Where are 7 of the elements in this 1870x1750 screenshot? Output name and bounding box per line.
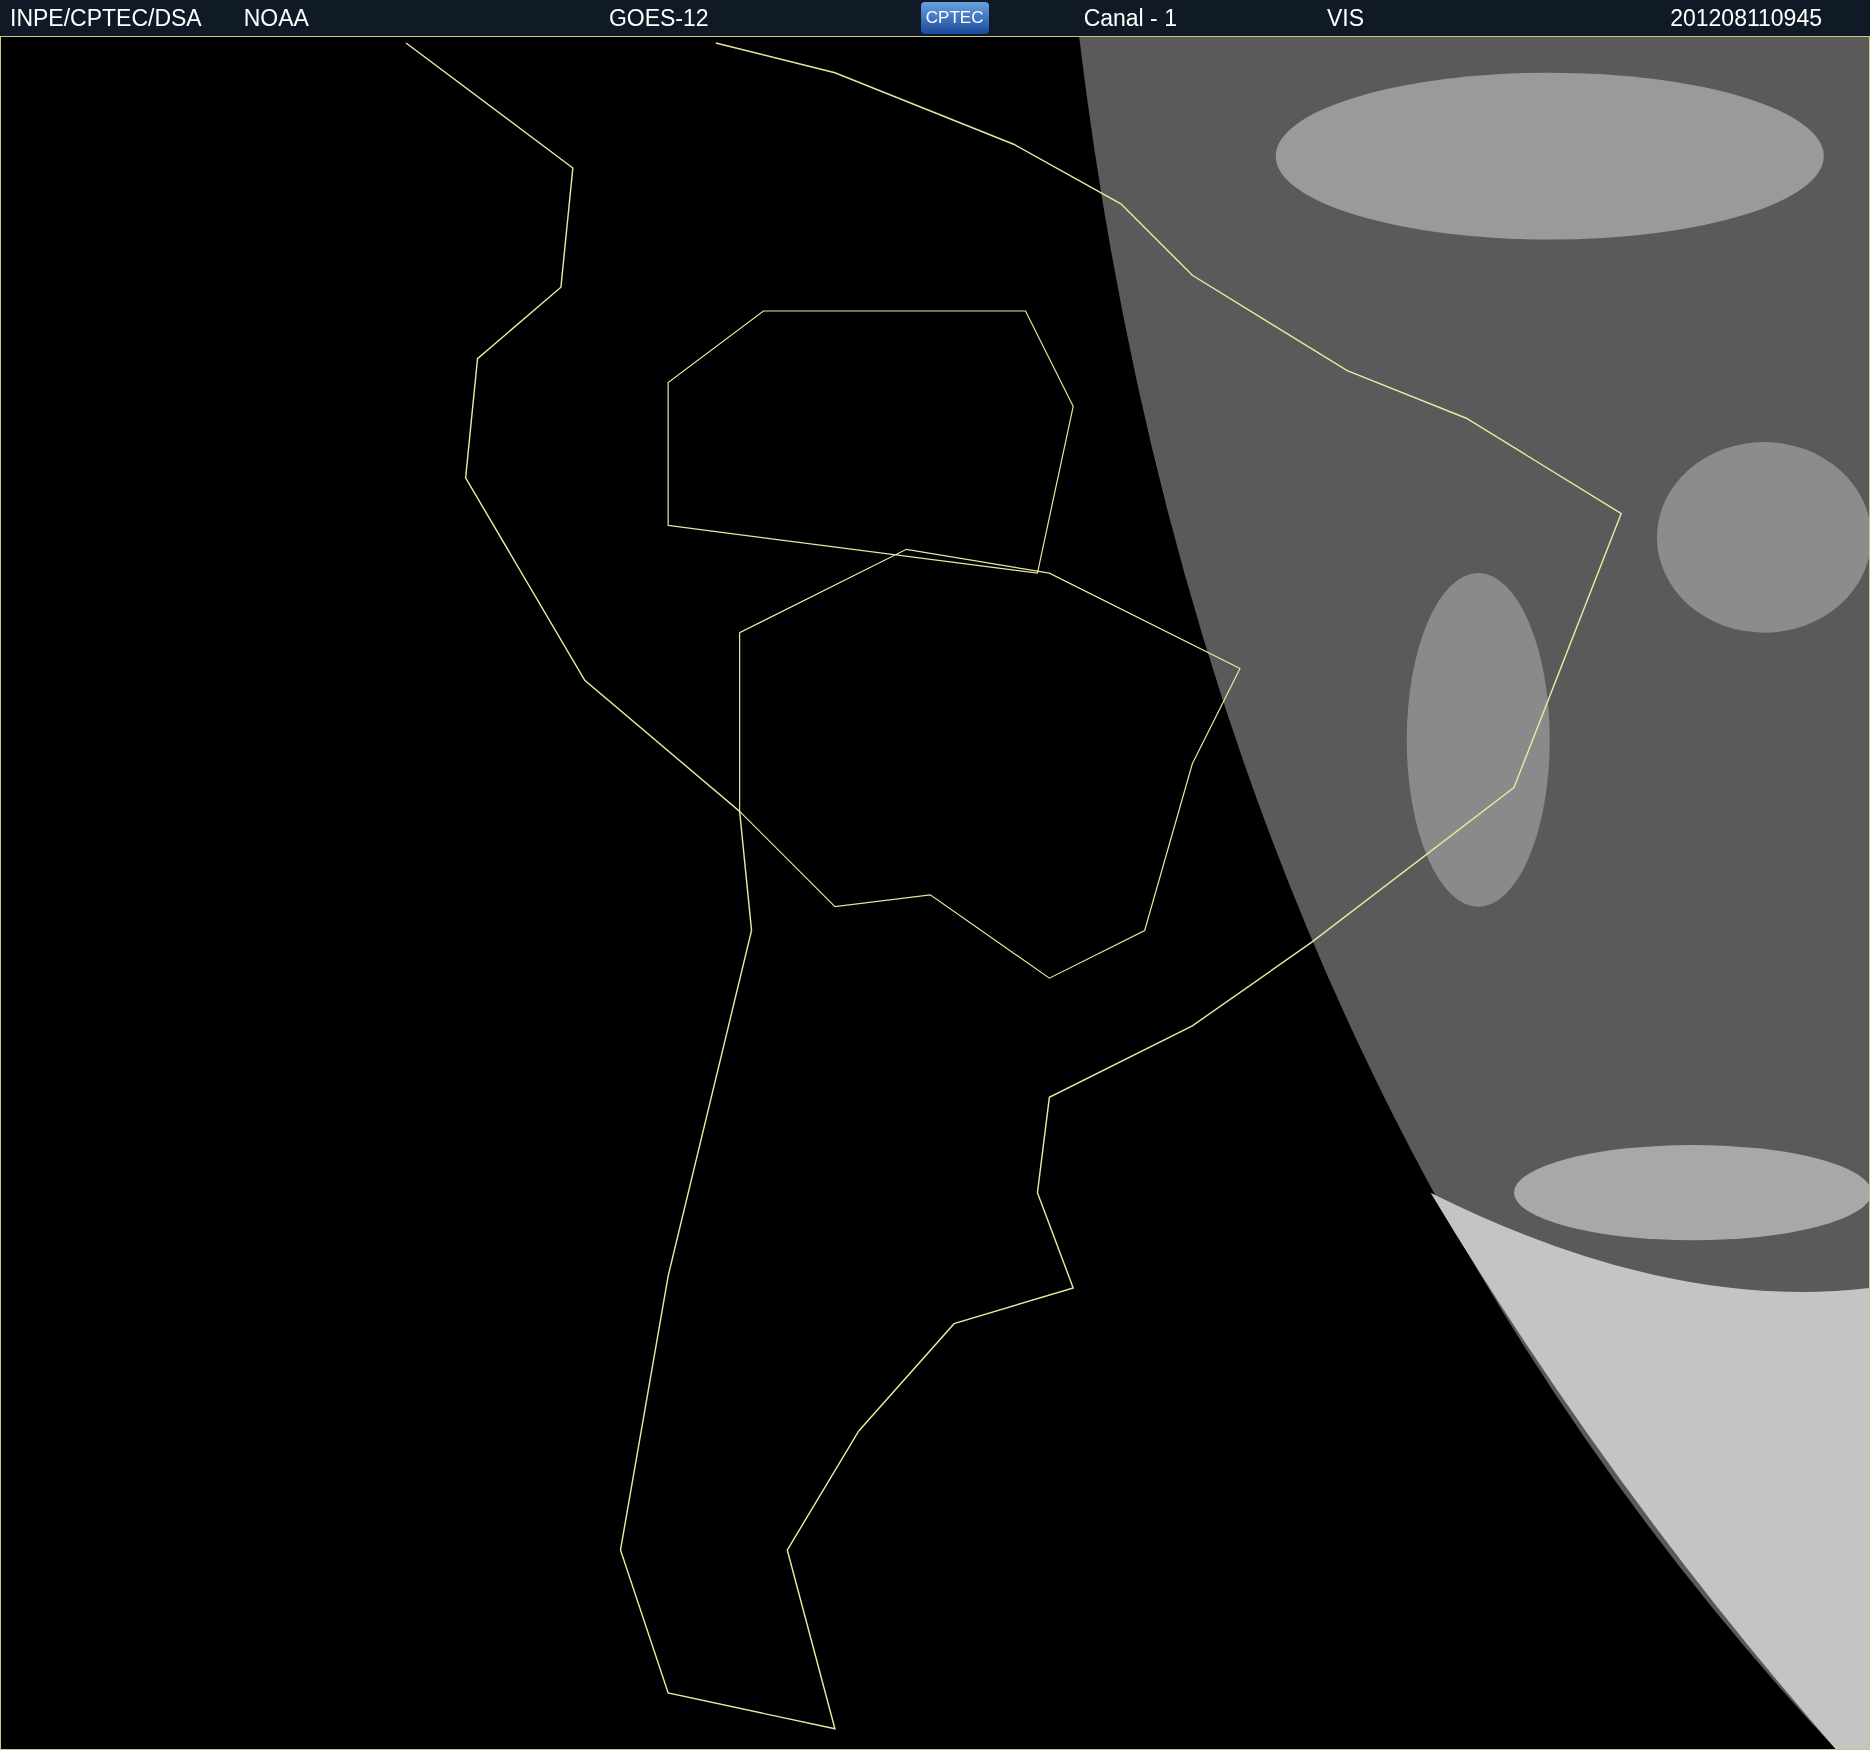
header-label: VIS [1326, 4, 1365, 32]
header-label: NOAA [243, 4, 309, 32]
logo: CPTEC [920, 2, 989, 34]
header-label: INPE/CPTEC/DSA [10, 4, 202, 32]
header-label: 201208110945 [1670, 4, 1822, 32]
header-label: GOES-12 [608, 4, 709, 32]
header-label: Canal - 1 [1083, 4, 1177, 32]
